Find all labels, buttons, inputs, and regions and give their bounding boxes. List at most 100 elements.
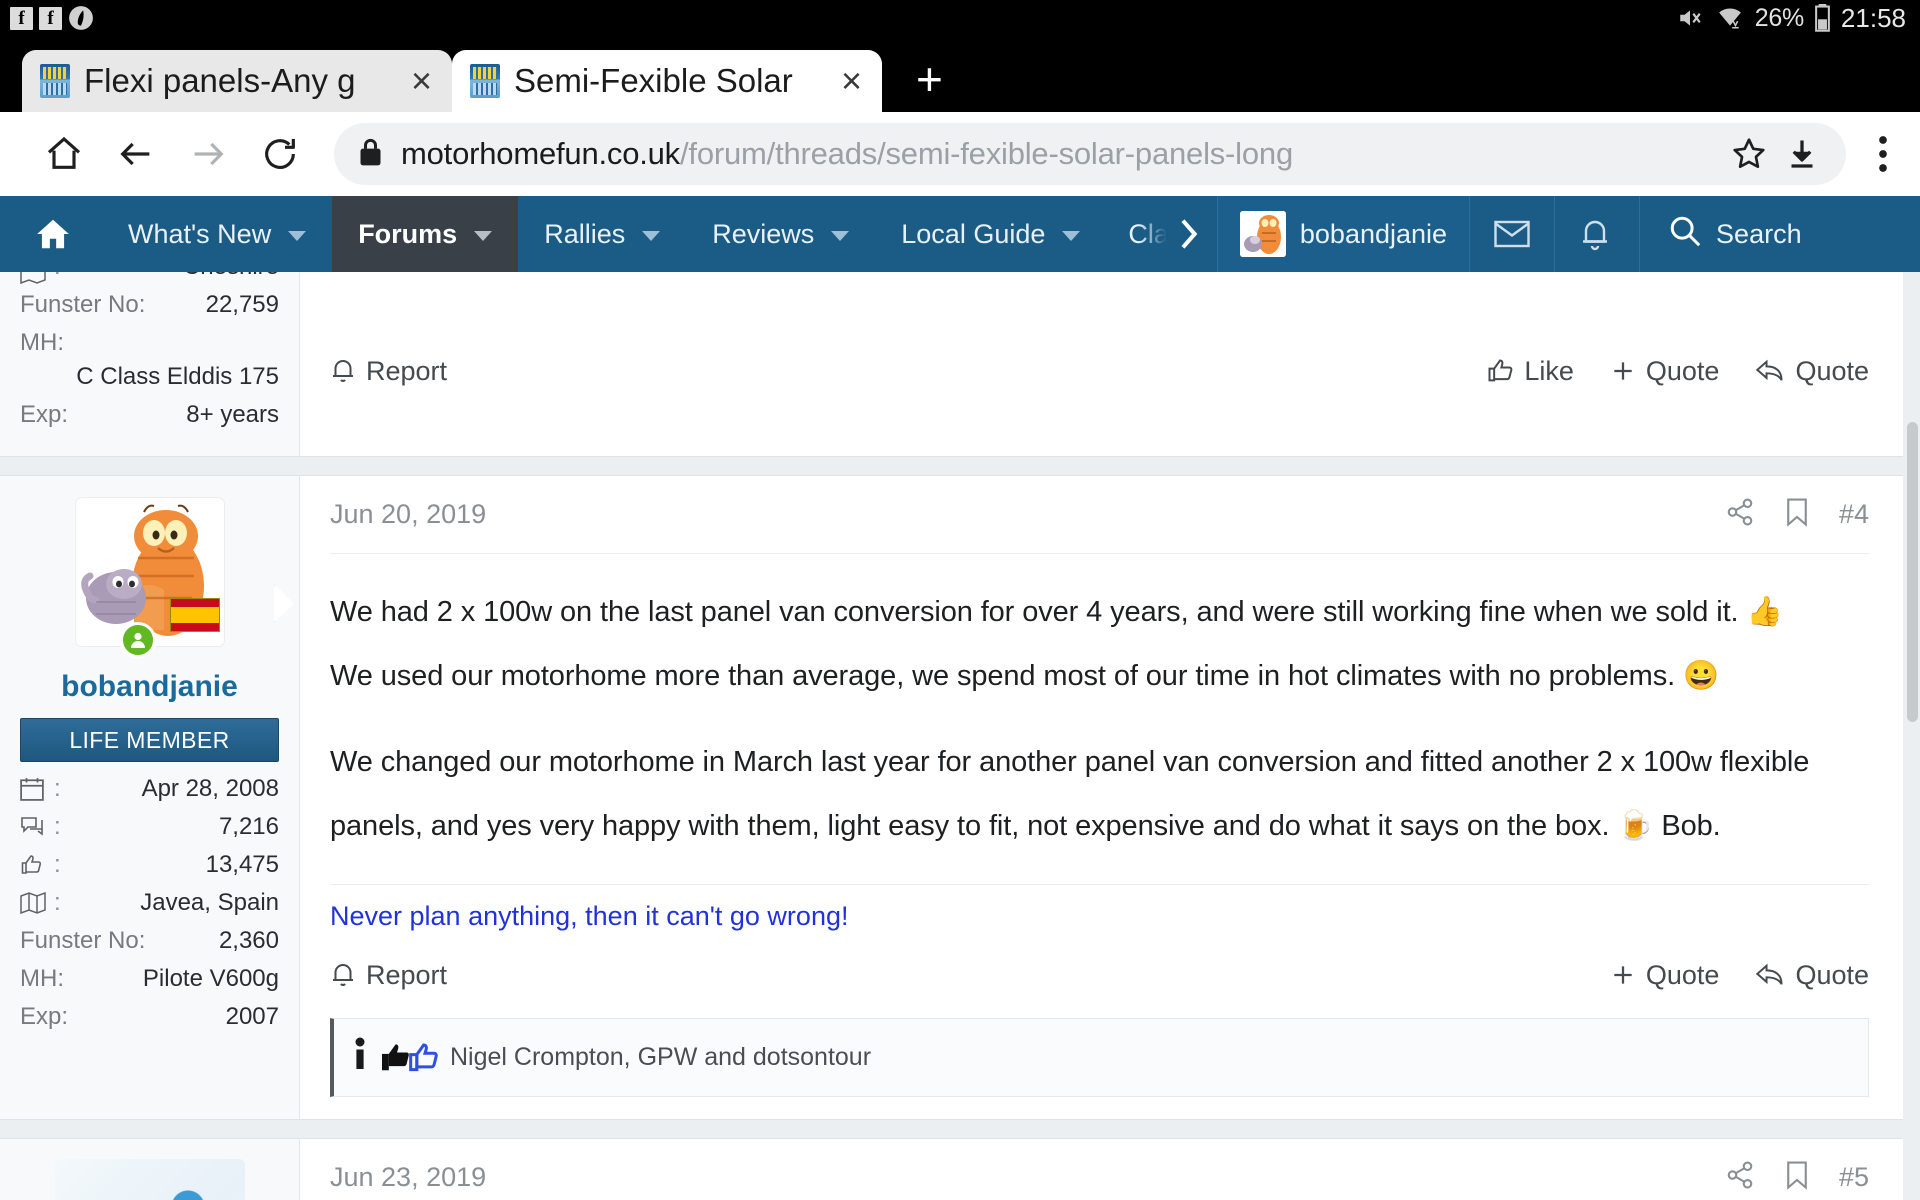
post-header: Jun 20, 2019 #4 bbox=[330, 476, 1869, 554]
overflow-menu-icon[interactable] bbox=[1858, 133, 1902, 175]
nav-home-button[interactable] bbox=[0, 196, 102, 272]
post-number[interactable]: #5 bbox=[1839, 1162, 1869, 1193]
post-header: Jun 23, 2019 #5 bbox=[330, 1139, 1869, 1200]
lock-icon bbox=[358, 137, 383, 172]
resistors-avatar[interactable] bbox=[54, 1159, 245, 1200]
wifi-icon bbox=[1718, 8, 1741, 29]
back-arrow-icon[interactable] bbox=[100, 134, 172, 174]
address-bar[interactable]: motorhomefun.co.uk/forum/threads/semi-fe… bbox=[334, 123, 1846, 185]
nav-item-label: Cla bbox=[1128, 218, 1169, 249]
calendar-icon bbox=[20, 777, 54, 801]
online-status-icon bbox=[119, 622, 156, 658]
stat-value: 2007 bbox=[225, 1003, 279, 1030]
nav-item-local-guide[interactable]: Local Guide bbox=[875, 196, 1106, 272]
post-action-bar: Report Quote Quote bbox=[330, 932, 1869, 1018]
nav-item-forums[interactable]: Forums bbox=[332, 196, 519, 272]
share-icon[interactable] bbox=[1725, 1160, 1755, 1195]
chevron-down-icon[interactable] bbox=[288, 231, 307, 241]
sidebar-username-link[interactable]: bobandjanie bbox=[20, 670, 279, 704]
url-text: motorhomefun.co.uk/forum/threads/semi-fe… bbox=[401, 136, 1722, 172]
quote-reply-button[interactable]: Quote bbox=[1755, 356, 1869, 387]
post-reactions-bar[interactable]: Nigel Crompton, GPW and dotsontour bbox=[330, 1018, 1869, 1097]
map-icon bbox=[20, 272, 54, 284]
post-content: Jun 20, 2019 #4 We had 2 x 100w on the l… bbox=[300, 476, 1903, 1119]
stat-value: 8+ years bbox=[186, 401, 279, 428]
motorhomefun-favicon bbox=[40, 64, 70, 98]
nav-item-classifieds-truncated[interactable]: Cla bbox=[1106, 196, 1169, 272]
status-notification-icons: f f bbox=[10, 5, 94, 31]
download-icon[interactable] bbox=[1776, 136, 1828, 172]
page-scrollbar[interactable] bbox=[1903, 272, 1920, 1200]
close-icon[interactable]: × bbox=[401, 63, 442, 99]
quote-add-button[interactable]: Quote bbox=[1610, 960, 1719, 991]
like-button[interactable]: Like bbox=[1486, 356, 1574, 387]
bookmark-icon[interactable] bbox=[1785, 1160, 1809, 1195]
post-content: Jun 23, 2019 #5 bbox=[300, 1139, 1903, 1200]
messages-icon bbox=[20, 816, 54, 838]
chevron-down-icon[interactable] bbox=[474, 231, 493, 241]
site-navigation-bar: What's New Forums Rallies Reviews Local … bbox=[0, 196, 1920, 272]
bell-icon[interactable] bbox=[1554, 196, 1635, 272]
nav-item-whats-new[interactable]: What's New bbox=[102, 196, 332, 272]
nav-item-label: What's New bbox=[128, 218, 272, 249]
stat-value: 2,360 bbox=[218, 927, 279, 954]
chevron-down-icon[interactable] bbox=[1062, 231, 1081, 241]
new-tab-button[interactable]: + bbox=[882, 56, 977, 112]
nav-item-label: Reviews bbox=[712, 218, 815, 249]
garfield-avatar[interactable] bbox=[75, 498, 224, 658]
facebook-icon: f bbox=[39, 6, 62, 30]
chevron-down-icon[interactable] bbox=[642, 231, 661, 241]
info-icon bbox=[354, 1037, 366, 1078]
reload-icon[interactable] bbox=[244, 134, 316, 174]
stat-label: Funster No: bbox=[20, 291, 146, 318]
report-label: Report bbox=[366, 959, 448, 990]
post-signature[interactable]: Never plan anything, then it can't go wr… bbox=[330, 884, 1869, 932]
envelope-icon[interactable] bbox=[1469, 196, 1554, 272]
stat-row: : Javea, Spain bbox=[20, 884, 279, 922]
stat-value: Cheshire bbox=[183, 272, 279, 284]
nav-item-rallies[interactable]: Rallies bbox=[518, 196, 686, 272]
post-4: bobandjanie LIFE MEMBER : Apr 28, 2008 : bbox=[0, 475, 1903, 1120]
tab-title: Semi-Fexible Solar bbox=[514, 62, 793, 99]
report-button[interactable]: Report bbox=[330, 356, 447, 387]
home-icon[interactable] bbox=[28, 134, 100, 174]
post-message: We had 2 x 100w on the last panel van co… bbox=[330, 554, 1869, 864]
post-action-group: Quote Quote bbox=[1610, 960, 1869, 991]
post-5: Jun 23, 2019 #5 bbox=[0, 1138, 1903, 1200]
thumbs-up-icon bbox=[20, 853, 54, 877]
close-icon[interactable]: × bbox=[831, 63, 872, 99]
report-button[interactable]: Report bbox=[330, 960, 447, 991]
quote-reply-button[interactable]: Quote bbox=[1755, 960, 1869, 991]
browser-tab-1[interactable]: Semi-Fexible Solar × bbox=[452, 50, 882, 112]
search-button[interactable]: Search bbox=[1639, 196, 1836, 272]
post-number[interactable]: #4 bbox=[1839, 499, 1869, 530]
post-sidebar bbox=[0, 1139, 300, 1200]
bookmark-icon[interactable] bbox=[1785, 497, 1809, 532]
stat-row: : Apr 28, 2008 bbox=[20, 770, 279, 808]
map-icon bbox=[20, 892, 54, 914]
scrollbar-thumb[interactable] bbox=[1907, 422, 1918, 722]
chevron-right-icon[interactable] bbox=[1169, 196, 1217, 272]
url-host: motorhomefun.co.uk bbox=[401, 136, 680, 171]
quote-add-button[interactable]: Quote bbox=[1610, 356, 1719, 387]
post-sidebar: bobandjanie LIFE MEMBER : Apr 28, 2008 : bbox=[0, 476, 300, 1119]
nav-item-label: Local Guide bbox=[901, 218, 1046, 249]
stat-value: 22,759 bbox=[205, 291, 279, 318]
post-content: Report Like Quote Quote bbox=[300, 272, 1903, 456]
stat-value: Apr 28, 2008 bbox=[141, 775, 279, 802]
stat-label: Funster No: bbox=[20, 927, 146, 954]
facebook-icon: f bbox=[10, 6, 33, 30]
post-sidebar: : Cheshire Funster No: 22,759 MH: C Clas… bbox=[0, 272, 300, 456]
stat-row: MH: C Class Elddis 175 bbox=[20, 324, 279, 396]
share-icon[interactable] bbox=[1725, 497, 1755, 532]
quote-reply-label: Quote bbox=[1795, 959, 1869, 990]
browser-tab-0[interactable]: Flexi panels-Any g × bbox=[22, 50, 452, 112]
search-label: Search bbox=[1716, 218, 1802, 249]
nav-item-label: Forums bbox=[358, 218, 458, 249]
star-icon[interactable] bbox=[1722, 135, 1776, 173]
nav-user-menu[interactable]: bobandjanie bbox=[1216, 196, 1470, 272]
post-paragraph: We changed our motorhome in March last y… bbox=[330, 730, 1869, 858]
chevron-down-icon[interactable] bbox=[831, 231, 850, 241]
stat-label: Exp: bbox=[20, 1003, 69, 1030]
nav-item-reviews[interactable]: Reviews bbox=[686, 196, 875, 272]
